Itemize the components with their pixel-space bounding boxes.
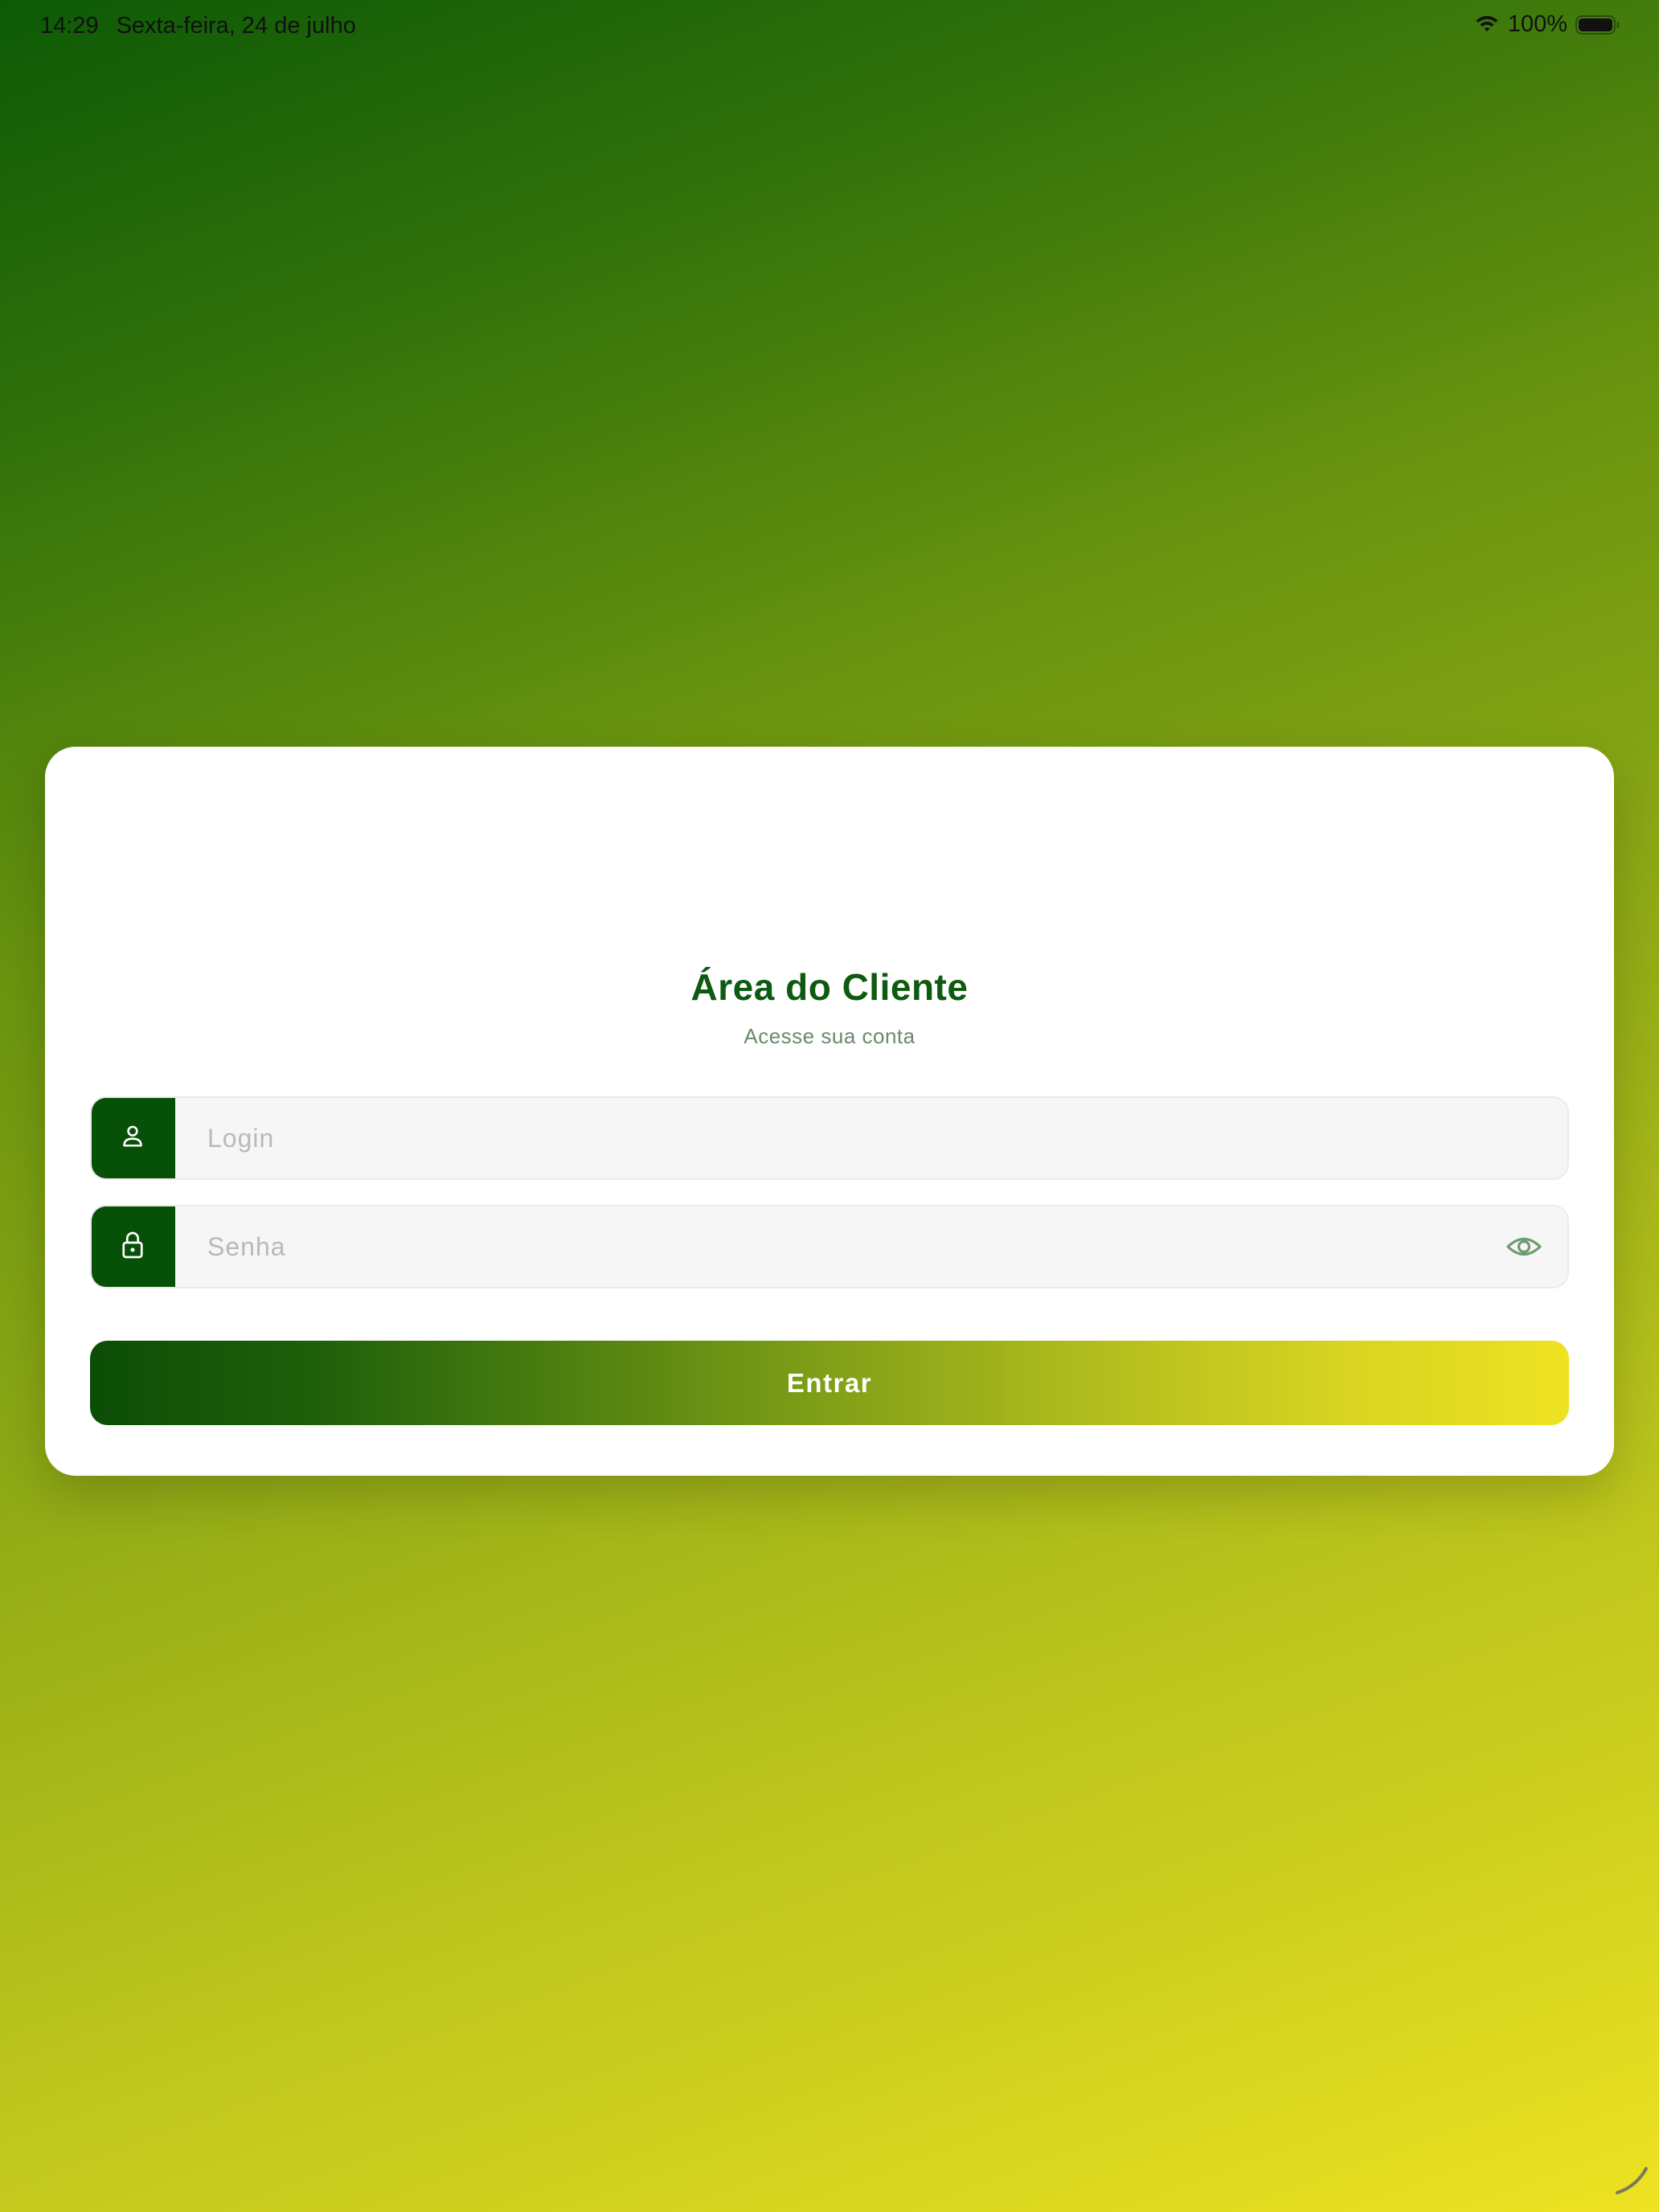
lock-icon: [118, 1229, 147, 1265]
battery-icon: [1575, 14, 1620, 35]
status-left: 14:29 Sexta-feira, 24 de julho: [40, 13, 356, 39]
wifi-icon: [1474, 15, 1500, 35]
login-card: Área do Cliente Acesse sua conta Login E…: [45, 747, 1614, 1476]
submit-button[interactable]: Entrar: [90, 1341, 1569, 1425]
login-icon-box: [92, 1098, 175, 1178]
login-input[interactable]: [175, 1098, 1567, 1178]
password-icon-box: [92, 1206, 175, 1287]
battery-percent: 100%: [1507, 11, 1567, 37]
login-field-group: [90, 1096, 1569, 1180]
card-subtitle: Acesse sua conta: [743, 1024, 916, 1048]
password-input[interactable]: [175, 1206, 1479, 1287]
status-bar: 14:29 Sexta-feira, 24 de julho 100%: [0, 0, 1659, 51]
eye-icon[interactable]: [1505, 1229, 1543, 1264]
status-time: 14:29: [40, 13, 99, 39]
card-title: Área do Cliente: [690, 966, 969, 1008]
status-date: Sexta-feira, 24 de julho: [116, 13, 356, 39]
user-icon: [118, 1122, 147, 1155]
status-right: 100%: [1474, 11, 1620, 38]
password-field-group: [90, 1205, 1569, 1288]
loading-indicator-icon: [1612, 2157, 1651, 2196]
